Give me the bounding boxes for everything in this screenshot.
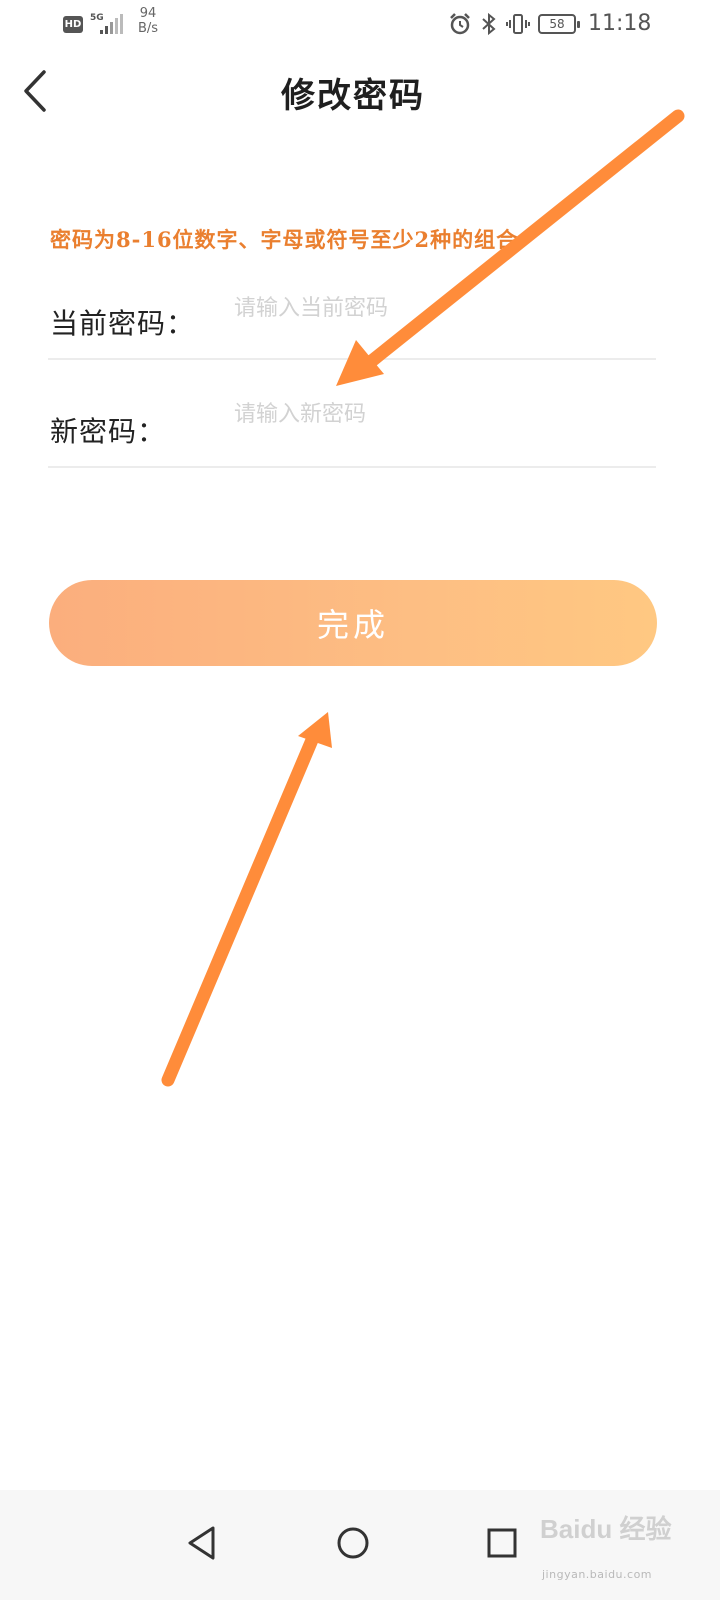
current-password-label: 当前密码：	[50, 307, 196, 340]
system-nav-bar	[0, 1490, 720, 1600]
status-bar: HD 5G 94 B/s 58 11:18	[0, 0, 720, 48]
signal-icon: 5G	[90, 13, 123, 34]
vibrate-icon	[506, 14, 530, 34]
new-password-label: 新密码：	[50, 415, 167, 448]
current-password-row: 当前密码：	[48, 280, 656, 360]
current-password-input[interactable]	[234, 288, 644, 328]
done-button[interactable]: 完成	[49, 580, 657, 666]
change-password-screen: HD 5G 94 B/s 58 11:18 修改密码 密码为8-16位数字、字母…	[0, 0, 720, 1600]
home-circle-icon	[337, 1527, 369, 1559]
speed-unit: B/s	[138, 21, 159, 36]
watermark-url: jingyan.baidu.com	[542, 1568, 653, 1581]
speed-value: 94	[139, 6, 157, 21]
hd-badge: HD	[63, 16, 83, 33]
nav-home-button[interactable]	[328, 1518, 378, 1568]
back-triangle-icon	[188, 1526, 215, 1560]
page-title: 修改密码	[281, 76, 425, 116]
nav-back-button[interactable]	[178, 1518, 228, 1568]
new-password-input[interactable]	[234, 394, 644, 434]
network-speed: 94 B/s	[138, 6, 158, 36]
clock: 11:18	[588, 11, 652, 36]
nav-recent-button[interactable]	[477, 1518, 527, 1568]
arrow-to-done-button	[161, 712, 332, 1087]
battery-icon: 58	[538, 14, 580, 34]
network-label: 5G	[90, 13, 104, 23]
new-password-row: 新密码：	[48, 388, 656, 468]
status-icons: 58	[448, 10, 580, 38]
alarm-icon	[450, 13, 470, 35]
recent-square-icon	[487, 1528, 517, 1558]
password-rule-hint: 密码为8-16位数字、字母或符号至少2种的组合	[50, 227, 519, 252]
bluetooth-icon	[482, 12, 496, 36]
